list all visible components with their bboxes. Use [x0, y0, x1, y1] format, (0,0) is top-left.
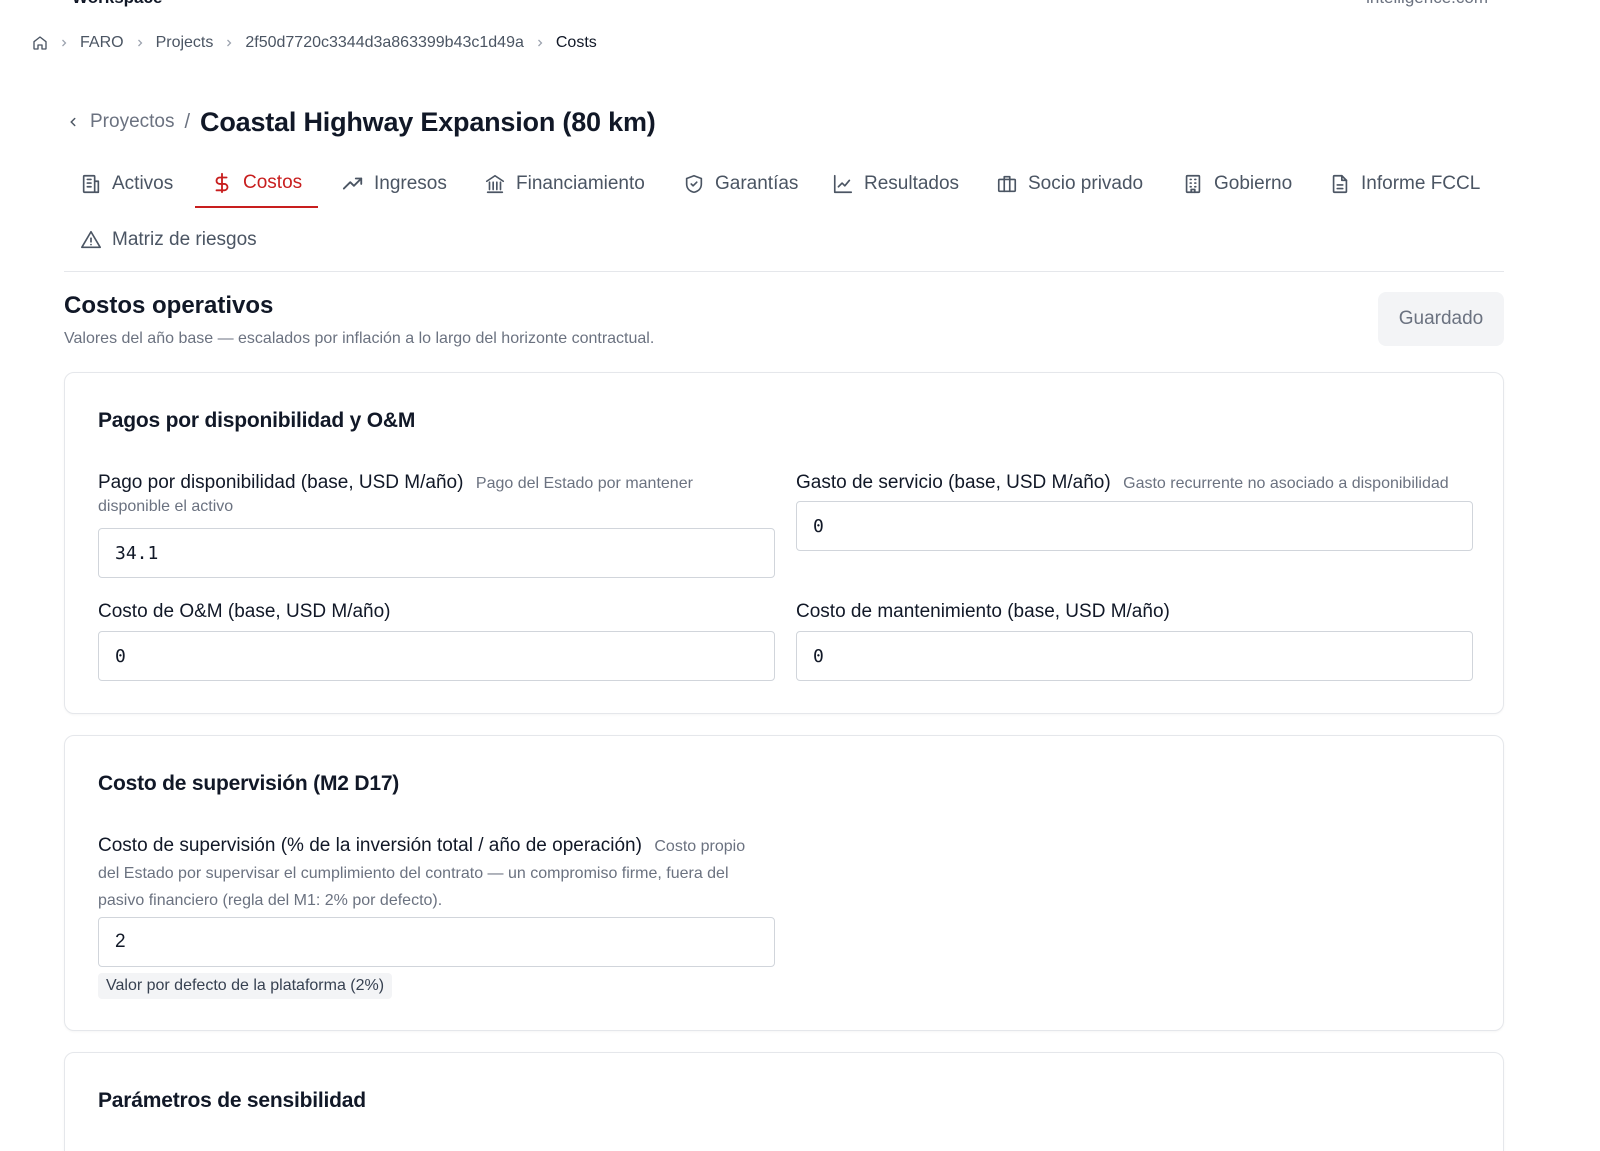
breadcrumb-item-faro[interactable]: FARO: [80, 34, 124, 52]
breadcrumb-item-projects[interactable]: Projects: [156, 34, 214, 52]
title-separator: /: [184, 110, 191, 133]
section-subtitle: Valores del año base — escalados por inf…: [64, 330, 655, 347]
top-bar: Workspace intelligence.com: [0, 0, 1600, 12]
chevron-right-icon: [223, 37, 235, 49]
breadcrumb: FARO Projects 2f50d7720c3344d3a863399b43…: [32, 32, 597, 54]
breadcrumb-item-project-id[interactable]: 2f50d7720c3344d3a863399b43c1d49a: [245, 34, 524, 52]
field-label: Costo de mantenimiento (base, USD M/año): [796, 601, 1170, 622]
field-label: Costo de supervisión (% de la inversión …: [98, 835, 642, 856]
tab-informe-fccl[interactable]: Informe FCCL: [1313, 160, 1496, 208]
om-cost-field: Costo de O&M (base, USD M/año): [98, 598, 788, 625]
field-label: Gasto de servicio (base, USD M/año): [796, 472, 1111, 493]
maintenance-cost-field: Costo de mantenimiento (base, USD M/año): [796, 598, 1486, 625]
tab-label: Gobierno: [1214, 173, 1293, 194]
field-label: Pago por disponibilidad (base, USD M/año…: [98, 472, 464, 493]
office-building-icon: [1185, 174, 1201, 194]
tab-label: Socio privado: [1028, 173, 1144, 194]
tab-label: Informe FCCL: [1361, 173, 1481, 194]
domain-label: intelligence.com: [1366, 0, 1488, 8]
supervision-card: Costo de supervisión (M2 D17) Costo de s…: [64, 735, 1504, 1031]
warning-icon: [81, 230, 101, 249]
tab-label: Matriz de riesgos: [112, 229, 257, 250]
page-header: Proyectos / Coastal Highway Expansion (8…: [66, 104, 656, 140]
field-hint: Pago del Estado por mantener: [475, 475, 693, 492]
tab-resultados[interactable]: Resultados: [816, 160, 975, 208]
field-hint-continued: disponible el activo: [98, 498, 234, 515]
chevron-right-icon: [134, 37, 146, 49]
chevron-left-icon: [70, 117, 76, 127]
dollar-icon: [215, 172, 229, 194]
document-icon: [1332, 174, 1348, 194]
back-link[interactable]: Proyectos: [66, 111, 174, 133]
sensitivity-card: Parámetros de sensibilidad: [64, 1052, 1504, 1151]
tab-label: Activos: [112, 173, 174, 194]
tab-matriz-de-riesgos[interactable]: Matriz de riesgos: [64, 216, 273, 264]
tab-ingresos[interactable]: Ingresos: [326, 160, 463, 208]
service-expense-input[interactable]: 0: [796, 501, 1473, 551]
line-chart-icon: [833, 174, 853, 194]
tab-bar: Activos Costos Ingresos Financiamiento G…: [64, 160, 1504, 272]
briefcase-icon: [997, 175, 1017, 193]
save-button[interactable]: Guardado: [1378, 292, 1504, 346]
back-link-label: Proyectos: [90, 111, 175, 132]
bank-icon: [485, 174, 505, 194]
field-hint-continued: del Estado por supervisar el cumplimient…: [98, 865, 729, 882]
availability-payment-input[interactable]: 34.1: [98, 528, 775, 578]
availability-payment-field: Pago por disponibilidad (base, USD M/año…: [98, 469, 788, 517]
field-hint: Gasto recurrente no asociado a disponibi…: [1123, 475, 1449, 492]
field-label: Costo de O&M (base, USD M/año): [98, 601, 391, 622]
card-title: Pagos por disponibilidad y O&M: [98, 409, 416, 432]
service-expense-field: Gasto de servicio (base, USD M/año) Gast…: [796, 469, 1486, 497]
tab-label: Costos: [243, 172, 303, 193]
workspace-label[interactable]: Workspace: [72, 0, 162, 8]
card-title: Parámetros de sensibilidad: [98, 1089, 366, 1112]
page-title: Coastal Highway Expansion (80 km): [200, 106, 656, 137]
supervision-cost-field: Costo de supervisión (% de la inversión …: [98, 832, 788, 914]
tab-socio-privado[interactable]: Socio privado: [980, 160, 1159, 208]
tab-activos[interactable]: Activos: [64, 160, 189, 208]
breadcrumb-item-current: Costs: [555, 34, 597, 51]
section-title: Costos operativos: [64, 292, 274, 319]
home-icon[interactable]: [32, 35, 48, 51]
tab-financiamiento[interactable]: Financiamiento: [468, 160, 661, 208]
shield-icon: [685, 174, 703, 194]
tab-label: Financiamiento: [516, 173, 645, 194]
supervision-cost-input[interactable]: 2: [98, 917, 775, 967]
tab-label: Garantías: [715, 173, 799, 194]
default-value-badge: Valor por defecto de la plataforma (2%): [98, 973, 393, 999]
tab-gobierno[interactable]: Gobierno: [1166, 160, 1308, 208]
maintenance-cost-input[interactable]: 0: [796, 631, 1473, 681]
building-icon: [82, 174, 100, 194]
tab-label: Ingresos: [374, 173, 447, 194]
trending-up-icon: [342, 177, 363, 190]
om-cost-input[interactable]: 0: [98, 631, 775, 681]
chevron-right-icon: [58, 37, 70, 49]
tab-garantias[interactable]: Garantías: [667, 160, 814, 208]
card-title: Costo de supervisión (M2 D17): [98, 772, 400, 795]
tab-label: Resultados: [864, 173, 960, 194]
tab-costos[interactable]: Costos: [195, 160, 319, 208]
field-hint-continued: pasivo financiero (regla del M1: 2% por …: [98, 892, 443, 909]
field-hint: Costo propio: [654, 838, 746, 855]
payments-card: Pagos por disponibilidad y O&M Pago por …: [64, 372, 1504, 714]
chevron-right-icon: [534, 37, 546, 49]
